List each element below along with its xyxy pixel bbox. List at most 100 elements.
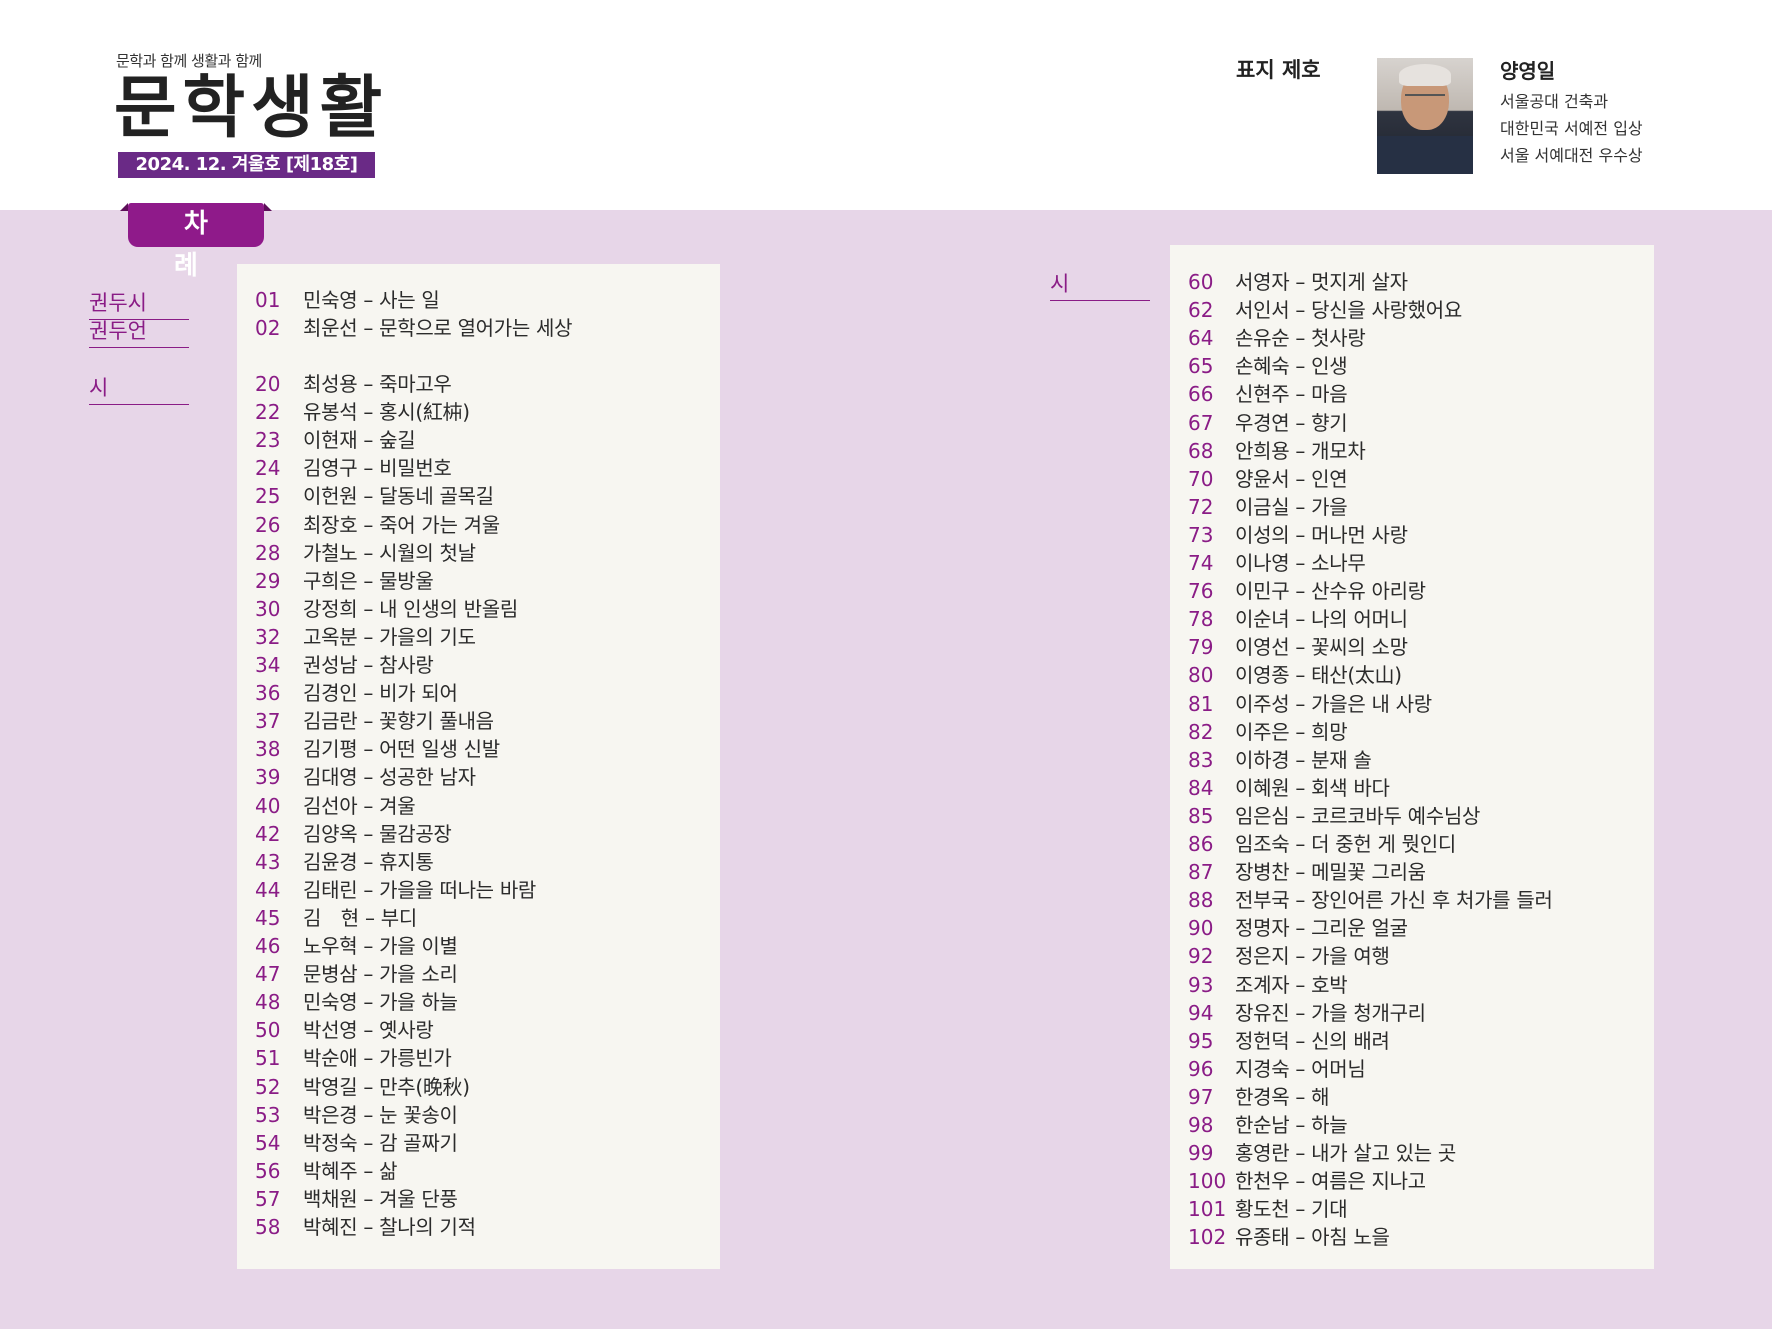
toc-entry[interactable]: 24 김영구 – 비밀번호 bbox=[255, 454, 452, 482]
toc-entry[interactable]: 95 정헌덕 – 신의 배려 bbox=[1188, 1027, 1390, 1055]
toc-entry[interactable]: 46 노우혁 – 가을 이별 bbox=[255, 932, 458, 960]
page-number: 22 bbox=[255, 400, 281, 424]
toc-entry[interactable]: 37 김금란 – 꽃향기 풀내음 bbox=[255, 707, 494, 735]
toc-entry[interactable]: 96 지경숙 – 어머님 bbox=[1188, 1055, 1366, 1083]
toc-entry[interactable]: 88 전부국 – 장인어른 가신 후 처가를 들러 bbox=[1188, 886, 1553, 914]
toc-entry[interactable]: 54 박정숙 – 감 골짜기 bbox=[255, 1129, 458, 1157]
toc-entry[interactable]: 47 문병삼 – 가을 소리 bbox=[255, 960, 458, 988]
toc-entry[interactable]: 80 이영종 – 태산(太山) bbox=[1188, 661, 1402, 689]
toc-entry[interactable]: 64 손유순 – 첫사랑 bbox=[1188, 324, 1366, 352]
toc-entry[interactable]: 40 김선아 – 겨울 bbox=[255, 792, 416, 820]
toc-entry[interactable]: 85 임은심 – 코르코바두 예수님상 bbox=[1188, 802, 1480, 830]
entry-title: 가철노 – 시월의 첫날 bbox=[303, 541, 476, 565]
toc-entry[interactable]: 50 박선영 – 옛사랑 bbox=[255, 1016, 434, 1044]
toc-entry[interactable]: 70 양윤서 – 인연 bbox=[1188, 465, 1348, 493]
toc-entry[interactable]: 44 김태린 – 가을을 떠나는 바람 bbox=[255, 876, 536, 904]
toc-entry[interactable]: 100 한천우 – 여름은 지나고 bbox=[1188, 1167, 1426, 1195]
toc-entry[interactable]: 26 최장호 – 죽어 가는 겨울 bbox=[255, 511, 500, 539]
toc-entry[interactable]: 93 조계자 – 호박 bbox=[1188, 971, 1348, 999]
toc-entry[interactable]: 32 고옥분 – 가을의 기도 bbox=[255, 623, 476, 651]
toc-entry[interactable]: 38 김기평 – 어떤 일생 신발 bbox=[255, 735, 500, 763]
toc-entry[interactable]: 60 서영자 – 멋지게 살자 bbox=[1188, 268, 1408, 296]
toc-entry[interactable]: 39 김대영 – 성공한 남자 bbox=[255, 763, 476, 791]
toc-entry[interactable]: 98 한순남 – 하늘 bbox=[1188, 1111, 1348, 1139]
page-number: 84 bbox=[1188, 776, 1214, 800]
toc-entry[interactable]: 97 한경옥 – 해 bbox=[1188, 1083, 1330, 1111]
toc-entry[interactable]: 43 김윤경 – 휴지통 bbox=[255, 848, 434, 876]
entry-title: 김양옥 – 물감공장 bbox=[303, 822, 452, 846]
entry-title: 박혜진 – 찰나의 기적 bbox=[303, 1215, 476, 1239]
page-number: 20 bbox=[255, 372, 281, 396]
toc-entry[interactable]: 02 최운선 – 문학으로 열어가는 세상 bbox=[255, 314, 573, 342]
toc-entry[interactable]: 29 구희은 – 물방울 bbox=[255, 567, 434, 595]
toc-entry[interactable]: 42 김양옥 – 물감공장 bbox=[255, 820, 452, 848]
entry-title: 민숙영 – 가을 하늘 bbox=[303, 990, 458, 1014]
toc-entry[interactable]: 58 박혜진 – 찰나의 기적 bbox=[255, 1213, 476, 1241]
toc-entry[interactable]: 81 이주성 – 가을은 내 사랑 bbox=[1188, 690, 1432, 718]
page-number: 97 bbox=[1188, 1085, 1214, 1109]
toc-entry[interactable]: 48 민숙영 – 가을 하늘 bbox=[255, 988, 458, 1016]
page-number: 93 bbox=[1188, 973, 1214, 997]
toc-entry[interactable]: 01 민숙영 – 사는 일 bbox=[255, 286, 440, 314]
toc-entry[interactable]: 23 이현재 – 숲길 bbox=[255, 426, 416, 454]
toc-entry[interactable]: 74 이나영 – 소나무 bbox=[1188, 549, 1366, 577]
toc-entry[interactable]: 90 정명자 – 그리운 얼굴 bbox=[1188, 914, 1408, 942]
toc-entry[interactable]: 79 이영선 – 꽃씨의 소망 bbox=[1188, 633, 1408, 661]
toc-entry[interactable]: 99 홍영란 – 내가 살고 있는 곳 bbox=[1188, 1139, 1456, 1167]
toc-entry[interactable]: 65 손혜숙 – 인생 bbox=[1188, 352, 1348, 380]
toc-entry[interactable]: 67 우경연 – 향기 bbox=[1188, 409, 1348, 437]
toc-entry[interactable]: 82 이주은 – 희망 bbox=[1188, 718, 1348, 746]
entry-title: 정헌덕 – 신의 배려 bbox=[1235, 1029, 1390, 1053]
toc-entry[interactable]: 52 박영길 – 만추(晚秋) bbox=[255, 1073, 470, 1101]
entry-title: 손혜숙 – 인생 bbox=[1235, 354, 1348, 378]
toc-entry[interactable]: 101 황도천 – 기대 bbox=[1188, 1195, 1348, 1223]
page-number: 80 bbox=[1188, 663, 1214, 687]
entry-title: 장유진 – 가을 청개구리 bbox=[1235, 1001, 1426, 1025]
page-number: 73 bbox=[1188, 523, 1214, 547]
toc-entry[interactable]: 25 이헌원 – 달동네 골목길 bbox=[255, 482, 494, 510]
entry-title: 장병찬 – 메밀꽃 그리움 bbox=[1235, 860, 1426, 884]
page-number: 43 bbox=[255, 850, 281, 874]
toc-entry[interactable]: 45 김 현 – 부디 bbox=[255, 904, 417, 932]
toc-entry[interactable]: 62 서인서 – 당신을 사랑했어요 bbox=[1188, 296, 1462, 324]
toc-entry[interactable]: 94 장유진 – 가을 청개구리 bbox=[1188, 999, 1426, 1027]
page-number: 92 bbox=[1188, 944, 1214, 968]
toc-entry[interactable]: 78 이순녀 – 나의 어머니 bbox=[1188, 605, 1408, 633]
toc-entry[interactable]: 30 강정희 – 내 인생의 반올림 bbox=[255, 595, 518, 623]
artist-bio-line: 대한민국 서예전 입상 bbox=[1500, 119, 1643, 138]
toc-entry[interactable]: 56 박혜주 – 삶 bbox=[255, 1157, 398, 1185]
entry-title: 고옥분 – 가을의 기도 bbox=[303, 625, 476, 649]
page-number: 60 bbox=[1188, 270, 1214, 294]
toc-entry[interactable]: 57 백채원 – 겨울 단풍 bbox=[255, 1185, 458, 1213]
toc-entry[interactable]: 53 박은경 – 눈 꽃송이 bbox=[255, 1101, 458, 1129]
page-number: 72 bbox=[1188, 495, 1214, 519]
toc-entry[interactable]: 87 장병찬 – 메밀꽃 그리움 bbox=[1188, 858, 1426, 886]
toc-entry[interactable]: 84 이혜원 – 회색 바다 bbox=[1188, 774, 1390, 802]
entry-title: 이영종 – 태산(太山) bbox=[1235, 663, 1402, 687]
category-gwondueon: 권두언 bbox=[89, 315, 189, 348]
toc-entry[interactable]: 20 최성용 – 죽마고우 bbox=[255, 370, 452, 398]
toc-entry[interactable]: 66 신현주 – 마음 bbox=[1188, 380, 1348, 408]
toc-entry[interactable]: 22 유봉석 – 홍시(紅枾) bbox=[255, 398, 470, 426]
toc-entry[interactable]: 76 이민구 – 산수유 아리랑 bbox=[1188, 577, 1426, 605]
entry-title: 김기평 – 어떤 일생 신발 bbox=[303, 737, 500, 761]
toc-entry[interactable]: 36 김경인 – 비가 되어 bbox=[255, 679, 458, 707]
toc-entry[interactable]: 73 이성의 – 머나먼 사랑 bbox=[1188, 521, 1408, 549]
toc-title-tab: 차 례 bbox=[120, 203, 272, 281]
toc-entry[interactable]: 102 유종태 – 아침 노을 bbox=[1188, 1223, 1390, 1251]
entry-title: 이주성 – 가을은 내 사랑 bbox=[1235, 692, 1432, 716]
toc-entry[interactable]: 83 이하경 – 분재 솔 bbox=[1188, 746, 1372, 774]
toc-entry[interactable]: 28 가철노 – 시월의 첫날 bbox=[255, 539, 476, 567]
toc-entry[interactable]: 72 이금실 – 가을 bbox=[1188, 493, 1348, 521]
toc-entry[interactable]: 86 임조숙 – 더 중헌 게 뭣인디 bbox=[1188, 830, 1456, 858]
page-number: 85 bbox=[1188, 804, 1214, 828]
page-number: 26 bbox=[255, 513, 281, 537]
page-number: 64 bbox=[1188, 326, 1214, 350]
toc-entry[interactable]: 34 권성남 – 참사랑 bbox=[255, 651, 434, 679]
entry-title: 지경숙 – 어머님 bbox=[1235, 1057, 1366, 1081]
toc-entry[interactable]: 51 박순애 – 가릉빈가 bbox=[255, 1044, 452, 1072]
entry-title: 박선영 – 옛사랑 bbox=[303, 1018, 434, 1042]
toc-entry[interactable]: 92 정은지 – 가을 여행 bbox=[1188, 942, 1390, 970]
toc-entry[interactable]: 68 안희용 – 개모차 bbox=[1188, 437, 1366, 465]
page-number: 57 bbox=[255, 1187, 281, 1211]
